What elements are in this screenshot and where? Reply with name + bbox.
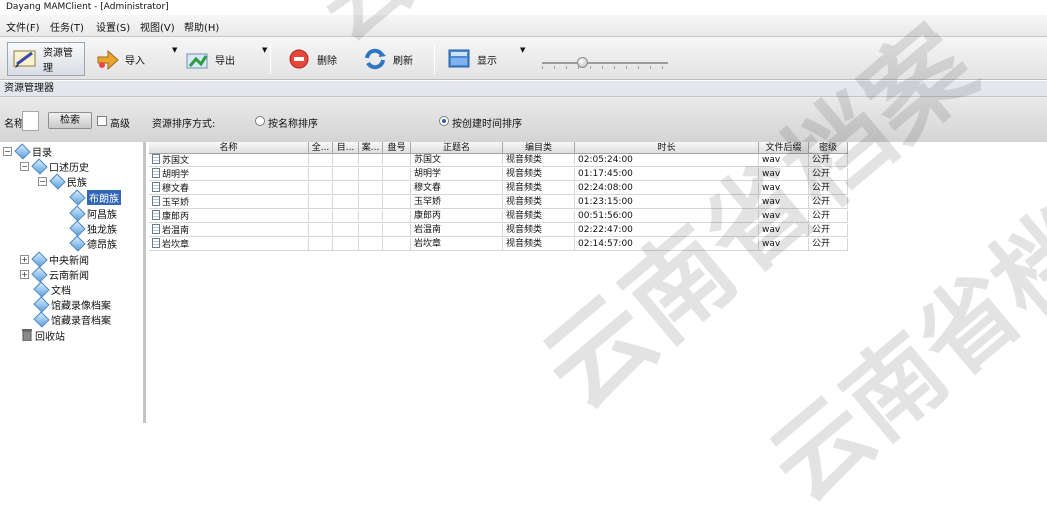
column-header-duration[interactable]: 时长: [575, 142, 759, 154]
folder-diamond-icon: [34, 300, 48, 309]
export-button[interactable]: 导出: [180, 42, 239, 76]
tree-node-documents[interactable]: 文档: [34, 282, 71, 297]
column-header-catalog[interactable]: 目...: [333, 142, 359, 154]
column-header-title[interactable]: 正题名: [411, 142, 503, 154]
tree-node-video-archive[interactable]: 馆藏录像档案: [34, 297, 111, 312]
folder-diamond-icon: [34, 285, 48, 294]
folder-diamond-icon: [15, 147, 29, 156]
column-header-disc-no[interactable]: 盘号: [383, 142, 411, 154]
table-row[interactable]: 岩温南 岩温南 视音频类 02:22:47:00 wav 公开: [149, 224, 848, 237]
expand-icon[interactable]: +: [20, 254, 29, 264]
folder-diamond-icon: [70, 224, 84, 233]
refresh-icon: [362, 46, 388, 72]
resource-manager-icon: [12, 46, 38, 72]
toolbar: 资源管理 导入 ▼ 导出 ▼ 删除 刷新 显示 ▼: [0, 37, 1047, 80]
display-button[interactable]: 显示: [442, 42, 501, 76]
menu-bar: 文件(F) 任务(T) 设置(S) 视图(V) 帮助(H): [0, 15, 1047, 37]
table-row[interactable]: 胡明学 胡明学 视音频类 01:17:45:00 wav 公开: [149, 168, 848, 181]
collapse-icon[interactable]: −: [20, 161, 29, 171]
media-file-icon: [152, 210, 160, 220]
tree-node-bulang[interactable]: 布朗族: [70, 189, 121, 205]
table-row[interactable]: 康郎丙 康郎丙 视音频类 00:51:56:00 wav 公开: [149, 210, 848, 223]
sort-by-time-radio[interactable]: [439, 116, 449, 126]
tree-node-achang[interactable]: 阿昌族: [70, 206, 117, 221]
folder-diamond-icon: [32, 270, 46, 279]
sort-by-name-radio[interactable]: [255, 116, 265, 126]
import-button[interactable]: 导入: [90, 42, 149, 76]
menu-view[interactable]: 视图(V): [140, 19, 175, 34]
zoom-slider-ticks: [542, 66, 668, 69]
tree-node-recycle-bin[interactable]: 回收站: [22, 328, 65, 343]
menu-help[interactable]: 帮助(H): [184, 19, 219, 34]
zoom-slider-track[interactable]: [542, 62, 668, 64]
expand-icon[interactable]: +: [20, 269, 29, 279]
toolbar-separator: [434, 44, 435, 74]
folder-diamond-icon: [70, 193, 84, 202]
tree-node-deang[interactable]: 德昂族: [70, 236, 117, 251]
tree-node-audio-archive[interactable]: 馆藏录音档案: [34, 312, 111, 327]
column-header-case[interactable]: 案...: [359, 142, 383, 154]
filter-bar: 名称 检索 高级 资源排序方式: 按名称排序 按创建时间排序: [0, 97, 1047, 142]
delete-button[interactable]: 删除: [282, 42, 341, 76]
media-file-icon: [152, 224, 160, 234]
advanced-checkbox[interactable]: [97, 116, 107, 126]
import-arrow-icon: [94, 46, 120, 72]
folder-diamond-icon: [50, 177, 64, 186]
table-row[interactable]: 苏国文 苏国文 视音频类 02:05:24:00 wav 公开: [149, 154, 848, 167]
tree-node-dulong[interactable]: 独龙族: [70, 221, 117, 236]
table-row[interactable]: 玉罕娇 玉罕娇 视音频类 01:23:15:00 wav 公开: [149, 196, 848, 209]
folder-diamond-icon: [34, 315, 48, 324]
column-header-extension[interactable]: 文件后缀: [759, 142, 809, 154]
delete-icon: [286, 46, 312, 72]
refresh-button[interactable]: 刷新: [358, 42, 417, 76]
search-button[interactable]: 检索: [48, 112, 92, 129]
folder-diamond-icon: [32, 162, 46, 171]
menu-settings[interactable]: 设置(S): [96, 19, 130, 34]
folder-diamond-icon: [70, 239, 84, 248]
display-dropdown-icon[interactable]: ▼: [520, 46, 525, 54]
export-dropdown-icon[interactable]: ▼: [262, 46, 267, 54]
tree-node-ethnic[interactable]: − 民族: [38, 174, 87, 189]
sort-by-time-label[interactable]: 按创建时间排序: [452, 115, 522, 130]
import-dropdown-icon[interactable]: ▼: [172, 46, 177, 54]
column-header-name[interactable]: 名称: [149, 142, 309, 154]
column-header-category[interactable]: 编目类: [503, 142, 575, 154]
panel-title: 资源管理器: [0, 81, 1047, 97]
collapse-icon[interactable]: −: [38, 176, 47, 186]
catalog-tree: − 目录 − 口述历史 − 民族 布朗族 阿昌族 独龙族 德昂族 + 中央新闻 …: [0, 142, 146, 423]
advanced-label: 高级: [110, 119, 130, 130]
folder-diamond-icon: [70, 209, 84, 218]
tree-node-central-news[interactable]: + 中央新闻: [20, 252, 89, 267]
tree-node-yunnan-news[interactable]: + 云南新闻: [20, 267, 89, 282]
column-header-all[interactable]: 全...: [309, 142, 333, 154]
media-file-icon: [152, 154, 160, 164]
name-label: 名称: [4, 119, 24, 130]
table-header: 名称 全... 目... 案... 盘号 正题名 编目类 时长 文件后缀 密级: [149, 142, 848, 154]
menu-task[interactable]: 任务(T): [50, 19, 84, 34]
table-row[interactable]: 岩坎章 岩坎章 视音频类 02:14:57:00 wav 公开: [149, 238, 848, 251]
recycle-bin-icon: [22, 329, 32, 341]
folder-diamond-icon: [32, 255, 46, 264]
media-file-icon: [152, 238, 160, 248]
media-file-icon: [152, 182, 160, 192]
name-search-input[interactable]: [22, 111, 39, 131]
export-arrow-icon: [184, 46, 210, 72]
toolbar-separator: [270, 44, 271, 74]
menu-file[interactable]: 文件(F): [6, 19, 40, 34]
window-title: Dayang MAMClient - [Administrator]: [0, 0, 1047, 15]
table-row[interactable]: 穆文春 穆文春 视音频类 02:24:08:00 wav 公开: [149, 182, 848, 195]
sort-label: 资源排序方式:: [152, 119, 216, 130]
resource-table: 名称 全... 目... 案... 盘号 正题名 编目类 时长 文件后缀 密级 …: [149, 142, 849, 423]
media-file-icon: [152, 196, 160, 206]
tree-node-oral-history[interactable]: − 口述历史: [20, 159, 89, 174]
collapse-icon[interactable]: −: [3, 146, 12, 156]
column-header-security[interactable]: 密级: [809, 142, 848, 154]
resource-manager-button[interactable]: 资源管理: [7, 42, 85, 76]
zoom-slider-thumb[interactable]: [577, 57, 588, 68]
display-icon: [446, 46, 472, 72]
media-file-icon: [152, 168, 160, 178]
tree-node-catalog[interactable]: − 目录: [3, 144, 52, 159]
sort-by-name-label[interactable]: 按名称排序: [268, 115, 318, 130]
